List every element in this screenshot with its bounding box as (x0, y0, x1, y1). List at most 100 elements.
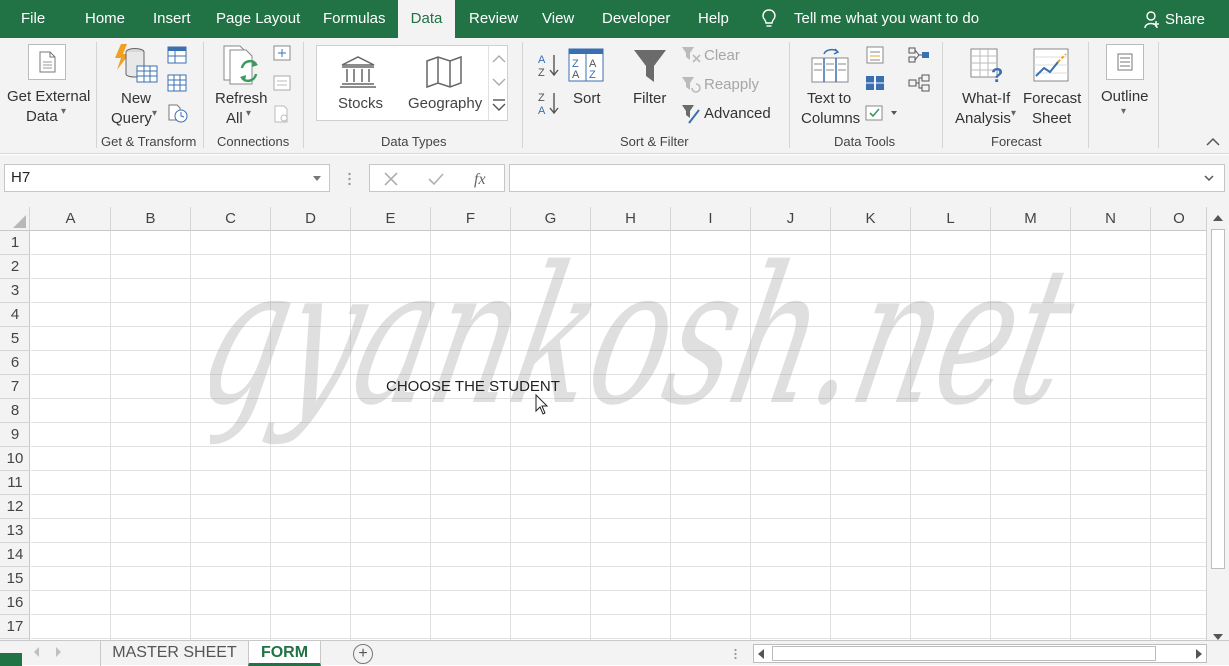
row-header[interactable]: 10 (0, 447, 29, 471)
row-header[interactable]: 5 (0, 327, 29, 351)
sort-button[interactable]: Sort (573, 90, 601, 107)
prev-sheet-icon[interactable] (34, 647, 39, 657)
collapse-ribbon-icon[interactable] (1206, 136, 1220, 146)
select-all-button[interactable] (0, 207, 30, 231)
scroll-thumb[interactable] (1211, 229, 1225, 569)
column-header[interactable]: C (191, 207, 271, 231)
get-external-data-button[interactable]: Get External (7, 88, 90, 105)
sheet-tab-master-sheet[interactable]: MASTER SHEET (100, 641, 248, 666)
column-header[interactable]: L (911, 207, 991, 231)
chevron-down-icon[interactable] (313, 176, 321, 181)
tab-view[interactable]: View (542, 0, 574, 38)
column-header[interactable]: M (991, 207, 1071, 231)
from-table-icon[interactable] (167, 74, 187, 92)
insert-function-icon[interactable]: fx (473, 169, 491, 189)
refresh-all-icon (223, 45, 258, 85)
flash-fill-icon[interactable] (865, 46, 885, 64)
horizontal-scrollbar[interactable] (753, 644, 1207, 663)
stocks-button[interactable]: Stocks (338, 95, 383, 112)
column-header[interactable]: H (591, 207, 671, 231)
edit-links-icon[interactable] (272, 104, 292, 124)
what-if-analysis-button[interactable]: What-If (962, 90, 1010, 107)
drag-handle-icon[interactable] (348, 172, 351, 186)
column-header[interactable]: B (111, 207, 191, 231)
tab-page-layout[interactable]: Page Layout (216, 0, 300, 38)
drag-handle-icon[interactable] (734, 648, 737, 660)
row-header[interactable]: 15 (0, 567, 29, 591)
tab-formulas[interactable]: Formulas (323, 0, 386, 38)
formula-input[interactable] (509, 164, 1225, 192)
refresh-all-button[interactable]: Refresh (215, 90, 268, 107)
row-header[interactable]: 8 (0, 399, 29, 423)
scroll-right-icon[interactable] (1196, 649, 1202, 659)
column-header[interactable]: F (431, 207, 511, 231)
tab-home[interactable]: Home (85, 0, 125, 38)
row-headers: 1 2 3 4 5 6 7 8 9 10 11 12 13 14 15 16 1… (0, 231, 30, 640)
cell-f7-text[interactable]: CHOOSE THE STUDENT (386, 378, 560, 395)
show-queries-icon[interactable] (167, 46, 187, 64)
row-header[interactable]: 9 (0, 423, 29, 447)
scroll-left-icon[interactable] (758, 649, 764, 659)
text-to-columns-button[interactable]: Text to (807, 90, 851, 107)
expand-formula-bar-icon[interactable] (1204, 174, 1214, 182)
sheet-tab-form[interactable]: FORM (248, 641, 321, 666)
sort-z-to-a-icon[interactable]: Z A (537, 90, 559, 116)
properties-icon[interactable] (272, 74, 292, 92)
sort-dialog-icon: Z A A Z (568, 48, 604, 82)
row-header[interactable]: 4 (0, 303, 29, 327)
geography-button[interactable]: Geography (408, 95, 482, 112)
name-box[interactable]: H7 (4, 164, 330, 192)
new-query-button[interactable]: New (121, 90, 151, 107)
row-header[interactable]: 17 (0, 615, 29, 639)
forecast-sheet-button[interactable]: Forecast (1023, 90, 1081, 107)
row-header[interactable]: 14 (0, 543, 29, 567)
row-header[interactable]: 7 (0, 375, 29, 399)
vertical-scrollbar[interactable] (1206, 207, 1229, 644)
scroll-up-icon[interactable] (1213, 215, 1223, 221)
tab-review[interactable]: Review (469, 0, 518, 38)
row-header[interactable]: 2 (0, 255, 29, 279)
tab-insert[interactable]: Insert (153, 0, 191, 38)
tab-developer[interactable]: Developer (602, 0, 670, 38)
row-header[interactable]: 12 (0, 495, 29, 519)
text-to-columns-label: Columns (801, 110, 861, 127)
row-header[interactable]: 3 (0, 279, 29, 303)
advanced-button[interactable]: Advanced (704, 105, 771, 122)
row-header[interactable]: 6 (0, 351, 29, 375)
filter-button[interactable]: Filter (633, 90, 666, 107)
tab-file[interactable]: File (21, 0, 45, 38)
worksheet-grid[interactable] (31, 231, 1206, 640)
connections-icon[interactable] (272, 44, 292, 62)
recent-sources-icon[interactable] (167, 104, 189, 124)
clear-filter-icon (682, 47, 701, 63)
gallery-scroll-icon[interactable] (491, 50, 507, 116)
reapply-button[interactable]: Reapply (704, 76, 759, 93)
enter-check-icon[interactable] (428, 172, 444, 186)
data-validation-icon[interactable] (865, 104, 901, 122)
column-header[interactable]: I (671, 207, 751, 231)
remove-duplicates-icon[interactable] (865, 74, 885, 92)
column-header[interactable]: K (831, 207, 911, 231)
tab-data[interactable]: Data (398, 0, 455, 38)
row-header[interactable]: 11 (0, 471, 29, 495)
ribbon-separator (203, 42, 204, 148)
row-header[interactable]: 13 (0, 519, 29, 543)
cancel-icon[interactable] (384, 172, 398, 186)
next-sheet-icon[interactable] (56, 647, 61, 657)
add-sheet-button[interactable]: + (353, 644, 373, 664)
column-header[interactable]: A (31, 207, 111, 231)
sort-a-to-z-icon[interactable]: A Z (537, 52, 559, 78)
tab-help[interactable]: Help (698, 0, 729, 38)
clear-button[interactable]: Clear (704, 47, 740, 64)
row-header[interactable]: 1 (0, 231, 29, 255)
outline-button[interactable]: Outline (1101, 88, 1149, 105)
row-header[interactable]: 16 (0, 591, 29, 615)
relationships-icon[interactable] (908, 74, 930, 92)
column-header[interactable]: E (351, 207, 431, 231)
column-header[interactable]: D (271, 207, 351, 231)
column-header[interactable]: J (751, 207, 831, 231)
column-header[interactable]: N (1071, 207, 1151, 231)
consolidate-icon[interactable] (908, 46, 930, 64)
column-header[interactable]: G (511, 207, 591, 231)
scroll-thumb[interactable] (772, 646, 1156, 661)
